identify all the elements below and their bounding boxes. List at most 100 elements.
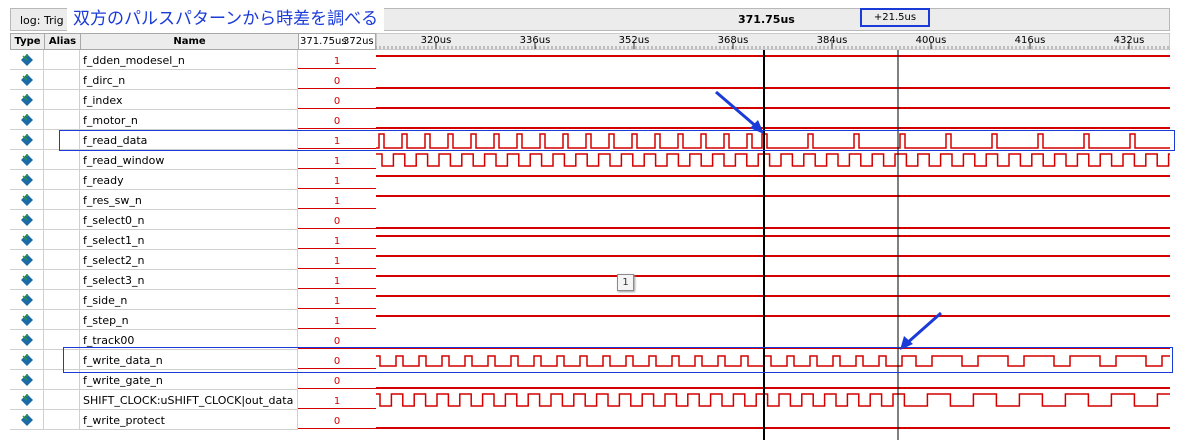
type-cell: [10, 130, 44, 150]
signal-value: 0: [298, 70, 376, 90]
signal-row[interactable]: f_select0_n 0: [10, 210, 376, 230]
timeline-tick-label: 432us: [1114, 35, 1145, 46]
signal-type-icon: [21, 254, 33, 266]
signal-type-icon: [21, 154, 33, 166]
alias-cell: [44, 210, 80, 230]
signal-value: 1: [298, 170, 376, 190]
signal-row[interactable]: f_read_window 1: [10, 150, 376, 170]
signal-row[interactable]: f_select1_n 1: [10, 230, 376, 250]
signal-value: 1: [298, 230, 376, 250]
signal-name: f_select0_n: [80, 210, 298, 230]
signal-value: 1: [298, 250, 376, 270]
type-cell: [10, 290, 44, 310]
signal-name: f_write_protect: [80, 410, 298, 430]
signal-value: 0: [298, 370, 376, 390]
signal-row[interactable]: f_dirc_n 0: [10, 70, 376, 90]
type-cell: [10, 410, 44, 430]
type-cell: [10, 230, 44, 250]
signal-value: 0: [298, 90, 376, 110]
type-cell: [10, 150, 44, 170]
signal-name: f_ready: [80, 170, 298, 190]
signal-type-icon: [21, 134, 33, 146]
cursor-time: 371.75us: [738, 13, 795, 26]
signal-row[interactable]: f_select2_n 1: [10, 250, 376, 270]
signal-value: 1: [298, 50, 376, 70]
type-cell: [10, 390, 44, 410]
signal-row[interactable]: f_write_gate_n 0: [10, 370, 376, 390]
alias-cell: [44, 310, 80, 330]
signal-type-icon: [21, 334, 33, 346]
signal-name: f_select1_n: [80, 230, 298, 250]
read-data-highlight: [59, 130, 1175, 151]
signal-value: 0: [298, 410, 376, 430]
signal-name: f_dirc_n: [80, 70, 298, 90]
signal-name: f_read_window: [80, 150, 298, 170]
type-column-header[interactable]: Type: [11, 34, 45, 49]
signal-row[interactable]: f_write_protect 0: [10, 410, 376, 430]
signal-row[interactable]: f_select3_n 1: [10, 270, 376, 290]
annotation-text: 双方のパルスパターンから時差を調べる: [67, 7, 385, 31]
read-window-waveform: [376, 153, 1170, 167]
signal-row[interactable]: f_res_sw_n 1: [10, 190, 376, 210]
alias-column-header[interactable]: Alias: [45, 34, 81, 49]
time-delta-box[interactable]: +21.5us: [860, 8, 930, 27]
signal-type-icon: [21, 74, 33, 86]
alias-cell: [44, 90, 80, 110]
signal-row[interactable]: f_motor_n 0: [10, 110, 376, 130]
name-column-header[interactable]: Name: [81, 34, 299, 49]
signal-name: f_select3_n: [80, 270, 298, 290]
type-cell: [10, 350, 44, 370]
signal-name: f_write_gate_n: [80, 370, 298, 390]
signal-name: f_index: [80, 90, 298, 110]
alias-cell: [44, 230, 80, 250]
signal-type-icon: [21, 114, 33, 126]
waveform-area[interactable]: [376, 50, 1170, 440]
value-column-header[interactable]: 371.75us 372us: [298, 33, 376, 50]
signal-row[interactable]: f_dden_modesel_n 1: [10, 50, 376, 70]
signal-row[interactable]: SHIFT_CLOCK:uSHIFT_CLOCK|out_data 1: [10, 390, 376, 410]
signal-type-icon: [21, 194, 33, 206]
signal-type-icon: [21, 394, 33, 406]
alias-cell: [44, 370, 80, 390]
signal-name: f_res_sw_n: [80, 190, 298, 210]
signal-value: 1: [298, 290, 376, 310]
type-cell: [10, 250, 44, 270]
signal-row[interactable]: f_step_n 1: [10, 310, 376, 330]
type-cell: [10, 90, 44, 110]
alias-cell: [44, 150, 80, 170]
timeline-ruler[interactable]: 320us 336us 352us 368us 384us 400us 416us 432us: [376, 33, 1170, 50]
type-cell: [10, 70, 44, 90]
signal-type-icon: [21, 354, 33, 366]
alias-cell: [44, 410, 80, 430]
timeline-tick-label: 400us: [916, 35, 947, 46]
type-cell: [10, 170, 44, 190]
alias-cell: [44, 70, 80, 90]
value-time-2: 372us: [343, 36, 374, 47]
signal-type-icon: [21, 234, 33, 246]
signal-type-icon: [21, 54, 33, 66]
type-cell: [10, 330, 44, 350]
signal-value: 1: [298, 190, 376, 210]
signal-row[interactable]: f_index 0: [10, 90, 376, 110]
alias-cell: [44, 250, 80, 270]
signal-type-icon: [21, 174, 33, 186]
timeline-tick-label: 416us: [1015, 35, 1046, 46]
type-cell: [10, 110, 44, 130]
alias-cell: [44, 170, 80, 190]
signal-type-icon: [21, 414, 33, 426]
type-cell: [10, 190, 44, 210]
type-cell: [10, 210, 44, 230]
signal-name: f_select2_n: [80, 250, 298, 270]
signal-row[interactable]: f_ready 1: [10, 170, 376, 190]
type-cell: [10, 310, 44, 330]
signal-value: 1: [298, 270, 376, 290]
type-cell: [10, 370, 44, 390]
timeline-tick-label: 320us: [421, 35, 452, 46]
signal-value: 1: [298, 390, 376, 410]
tooltip: 1: [617, 274, 634, 291]
timeline-tick-label: 352us: [619, 35, 650, 46]
signal-row[interactable]: f_side_n 1: [10, 290, 376, 310]
alias-cell: [44, 290, 80, 310]
signal-value: 1: [298, 310, 376, 330]
value-time-1: 371.75us: [300, 36, 347, 47]
